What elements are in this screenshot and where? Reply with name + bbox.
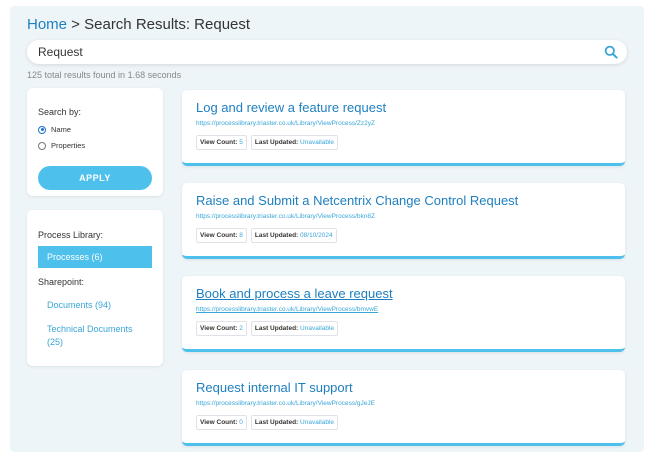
- search-by-name-option[interactable]: Name: [38, 125, 71, 134]
- view-count-value: 8: [239, 232, 243, 239]
- radio-properties[interactable]: [38, 141, 46, 150]
- breadcrumb: Home > Search Results: Request: [27, 16, 250, 33]
- view-count-value: 2: [239, 325, 243, 332]
- search-by-panel: Search by: Name Properties APPLY: [27, 88, 163, 196]
- last-updated-badge: Last Updated: Unavailable: [250, 135, 338, 150]
- apply-button[interactable]: APPLY: [38, 166, 152, 190]
- view-count-badge: View Count: 5: [196, 135, 247, 150]
- last-updated-value: Unavailable: [300, 139, 334, 146]
- radio-name[interactable]: [38, 125, 46, 134]
- breadcrumb-separator: >: [67, 16, 85, 33]
- technical-documents-filter-link[interactable]: Technical Documents (25): [47, 323, 151, 349]
- last-updated-label: Last Updated:: [254, 419, 299, 426]
- result-url-link[interactable]: https://processlibrary.triaster.co.uk/Li…: [196, 400, 375, 407]
- search-by-title: Search by:: [38, 107, 82, 117]
- radio-name-label: Name: [51, 125, 72, 134]
- last-updated-value: 08/10/2024: [300, 232, 333, 239]
- last-updated-label: Last Updated:: [254, 232, 299, 239]
- view-count-label: View Count:: [200, 419, 238, 426]
- view-count-label: View Count:: [200, 139, 238, 146]
- last-updated-value: Unavailable: [300, 419, 334, 426]
- result-meta: View Count: 5 Last Updated: Unavailable: [196, 135, 338, 150]
- breadcrumb-current: Search Results: Request: [84, 16, 251, 33]
- last-updated-badge: Last Updated: Unavailable: [250, 415, 338, 430]
- view-count-label: View Count:: [200, 232, 238, 239]
- result-title-link[interactable]: Request internal IT support: [196, 380, 353, 395]
- last-updated-badge: Last Updated: 08/10/2024: [250, 228, 337, 243]
- view-count-badge: View Count: 0: [196, 415, 247, 430]
- last-updated-value: Unavailable: [300, 325, 334, 332]
- last-updated-badge: Last Updated: Unavailable: [250, 321, 338, 336]
- processes-filter-button[interactable]: Processes (6): [38, 246, 152, 268]
- result-meta: View Count: 2 Last Updated: Unavailable: [196, 321, 338, 336]
- result-meta: View Count: 8 Last Updated: 08/10/2024: [196, 228, 337, 243]
- result-title-link[interactable]: Log and review a feature request: [196, 100, 386, 115]
- result-card: Log and review a feature request https:/…: [182, 90, 625, 166]
- result-card: Book and process a leave request https:/…: [182, 276, 625, 352]
- search-results-page: Home > Search Results: Request 125 total…: [10, 6, 644, 452]
- result-url-link[interactable]: https://processlibrary.triaster.co.uk/Li…: [196, 306, 378, 313]
- view-count-badge: View Count: 2: [196, 321, 247, 336]
- search-bar: [27, 40, 627, 64]
- last-updated-label: Last Updated:: [254, 139, 299, 146]
- search-input[interactable]: [38, 43, 578, 61]
- result-url-link[interactable]: https://processlibrary.triaster.co.uk/Li…: [196, 213, 375, 220]
- last-updated-label: Last Updated:: [254, 325, 299, 332]
- process-library-title: Process Library:: [38, 230, 104, 240]
- sharepoint-title: Sharepoint:: [38, 277, 85, 287]
- result-title-link[interactable]: Raise and Submit a Netcentrix Change Con…: [196, 193, 518, 208]
- result-card: Raise and Submit a Netcentrix Change Con…: [182, 183, 625, 259]
- documents-filter-link[interactable]: Documents (94): [47, 299, 151, 312]
- view-count-value: 5: [239, 139, 243, 146]
- breadcrumb-home-link[interactable]: Home: [27, 16, 67, 33]
- search-by-properties-option[interactable]: Properties: [38, 141, 85, 150]
- result-title-link[interactable]: Book and process a leave request: [196, 286, 393, 301]
- results-summary: 125 total results found in 1.68 seconds: [27, 70, 182, 80]
- result-card: Request internal IT support https://proc…: [182, 370, 625, 446]
- library-panel: Process Library: Processes (6) Sharepoin…: [27, 210, 163, 366]
- view-count-badge: View Count: 8: [196, 228, 247, 243]
- result-meta: View Count: 0 Last Updated: Unavailable: [196, 415, 338, 430]
- view-count-label: View Count:: [200, 325, 238, 332]
- result-url-link[interactable]: https://processlibrary.triaster.co.uk/Li…: [196, 120, 375, 127]
- view-count-value: 0: [239, 419, 243, 426]
- search-icon[interactable]: [604, 45, 618, 59]
- radio-properties-label: Properties: [51, 141, 86, 150]
